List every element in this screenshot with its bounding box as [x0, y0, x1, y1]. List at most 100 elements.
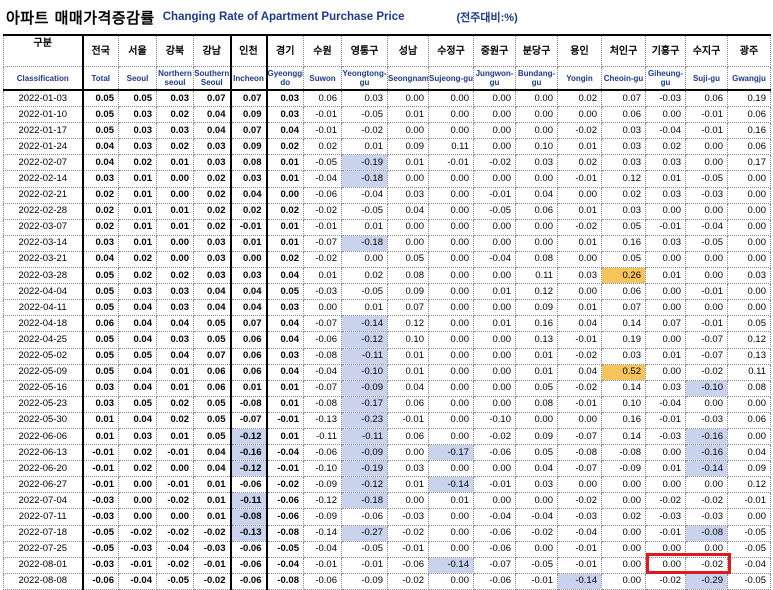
- row-value: -0.12: [229, 427, 267, 446]
- row-value: -0.01: [81, 476, 119, 494]
- row-value: 0.09: [515, 299, 558, 317]
- row-value: 0.05: [387, 250, 429, 269]
- row-value: 0.08: [727, 379, 771, 397]
- row-value: 0.03: [118, 122, 157, 140]
- row-value: -0.01: [265, 460, 304, 478]
- row-value: -0.08: [303, 395, 342, 413]
- row-value: -0.01: [156, 444, 194, 462]
- row-value: 0.02: [156, 395, 194, 413]
- header-en-10: Sujeong-gu: [428, 66, 474, 91]
- row-value: -0.02: [387, 572, 429, 590]
- row-value: 0.01: [193, 492, 231, 510]
- row-value: 0.14: [601, 427, 646, 446]
- row-date: 2022-04-25: [3, 331, 83, 349]
- row-value: 0.00: [118, 476, 157, 494]
- row-value: 0.00: [428, 202, 474, 220]
- row-value: 0.01: [387, 363, 429, 381]
- row-value: -0.01: [118, 556, 157, 574]
- row-value: -0.14: [341, 315, 388, 333]
- row-value: 0.06: [193, 379, 231, 397]
- row-value: 0.01: [156, 218, 194, 236]
- row-value: -0.07: [685, 347, 728, 365]
- row-value: 0.00: [428, 508, 474, 526]
- row-value: 0.04: [118, 299, 157, 317]
- row-value: -0.13: [303, 411, 342, 429]
- row-value: -0.05: [341, 106, 388, 124]
- row-value: 0.00: [387, 234, 429, 252]
- row-value: -0.02: [303, 202, 342, 220]
- row-value: 0.04: [193, 283, 231, 301]
- row-value: -0.02: [645, 492, 686, 510]
- row-date: 2022-03-28: [3, 267, 83, 285]
- row-value: -0.04: [303, 363, 342, 381]
- row-value: 0.03: [387, 460, 429, 478]
- row-value: -0.09: [341, 379, 388, 397]
- row-value: 0.00: [515, 122, 558, 140]
- row-value: -0.03: [557, 508, 602, 526]
- table-row: 2022-04-18 0.06 0.04 0.04 0.05 0.07 0.04 -0.07-…: [3, 315, 771, 333]
- row-date: 2022-04-18: [3, 315, 83, 333]
- row-value: -0.01: [685, 283, 728, 301]
- row-value: 0.08: [515, 395, 558, 413]
- row-value: 0.03: [387, 186, 429, 204]
- row-value: 0.02: [118, 267, 157, 285]
- row-value: 0.00: [428, 299, 474, 317]
- row-value: 0.00: [156, 460, 194, 478]
- header-ko-3: 강북: [156, 34, 194, 67]
- row-value: -0.12: [341, 476, 388, 494]
- row-value: -0.05: [727, 540, 771, 558]
- row-value: 0.00: [473, 234, 516, 252]
- row-value: 0.04: [229, 283, 267, 301]
- row-value: -0.17: [428, 444, 474, 462]
- row-value: -0.08: [265, 524, 304, 542]
- row-value: 0.00: [229, 250, 267, 269]
- row-value: 0.00: [428, 315, 474, 333]
- row-value: 0.03: [81, 234, 119, 252]
- row-value: 0.04: [557, 363, 602, 381]
- row-value: 0.03: [118, 283, 157, 301]
- table-row: 2022-06-27 -0.01 0.00 -0.01 0.01 -0.06 -0.02 -0…: [3, 476, 771, 494]
- row-value: -0.04: [303, 170, 342, 188]
- row-value: 0.03: [193, 267, 231, 285]
- header-en-6: Gyeonggi-do: [265, 66, 304, 91]
- row-value: 0.07: [193, 347, 231, 365]
- row-value: 0.01: [557, 138, 602, 156]
- row-value: -0.04: [727, 556, 771, 574]
- row-value: 0.01: [428, 492, 474, 510]
- row-value: 0.07: [229, 315, 267, 333]
- row-value: 0.07: [229, 89, 267, 108]
- row-value: 0.00: [265, 186, 304, 204]
- row-value: 0.00: [645, 556, 686, 574]
- row-date: 2022-03-07: [3, 218, 83, 236]
- row-value: 0.04: [156, 315, 194, 333]
- row-value: -0.01: [685, 122, 728, 140]
- row-value: 0.00: [645, 250, 686, 269]
- row-value: -0.01: [303, 218, 342, 236]
- row-value: -0.02: [193, 572, 231, 590]
- row-date: 2022-07-18: [3, 524, 83, 542]
- row-value: 0.00: [645, 299, 686, 317]
- row-value: -0.02: [156, 556, 194, 574]
- row-value: 0.01: [265, 234, 304, 252]
- row-value: -0.04: [685, 218, 728, 236]
- row-value: 0.00: [645, 540, 686, 558]
- row-value: 0.00: [557, 250, 602, 269]
- row-value: 0.02: [229, 202, 267, 220]
- row-value: 0.00: [428, 460, 474, 478]
- row-value: 0.02: [156, 411, 194, 429]
- table-row: 2022-04-11 0.05 0.04 0.03 0.04 0.04 0.03 0.00 0.…: [3, 299, 771, 317]
- row-date: 2022-07-11: [3, 508, 83, 526]
- row-value: 0.05: [193, 315, 231, 333]
- row-value: 0.00: [428, 427, 474, 446]
- row-value: 0.01: [118, 202, 157, 220]
- row-value: 0.04: [193, 106, 231, 124]
- row-value: 0.12: [601, 170, 646, 188]
- row-value: 0.00: [557, 186, 602, 204]
- row-value: 0.12: [387, 315, 429, 333]
- title-korean: 아파트 매매가격증감률: [6, 8, 155, 27]
- row-value: 0.02: [156, 138, 194, 156]
- row-value: -0.02: [341, 122, 388, 140]
- row-value: -0.06: [265, 492, 304, 510]
- row-value: 0.05: [727, 315, 771, 333]
- row-value: 0.00: [428, 395, 474, 413]
